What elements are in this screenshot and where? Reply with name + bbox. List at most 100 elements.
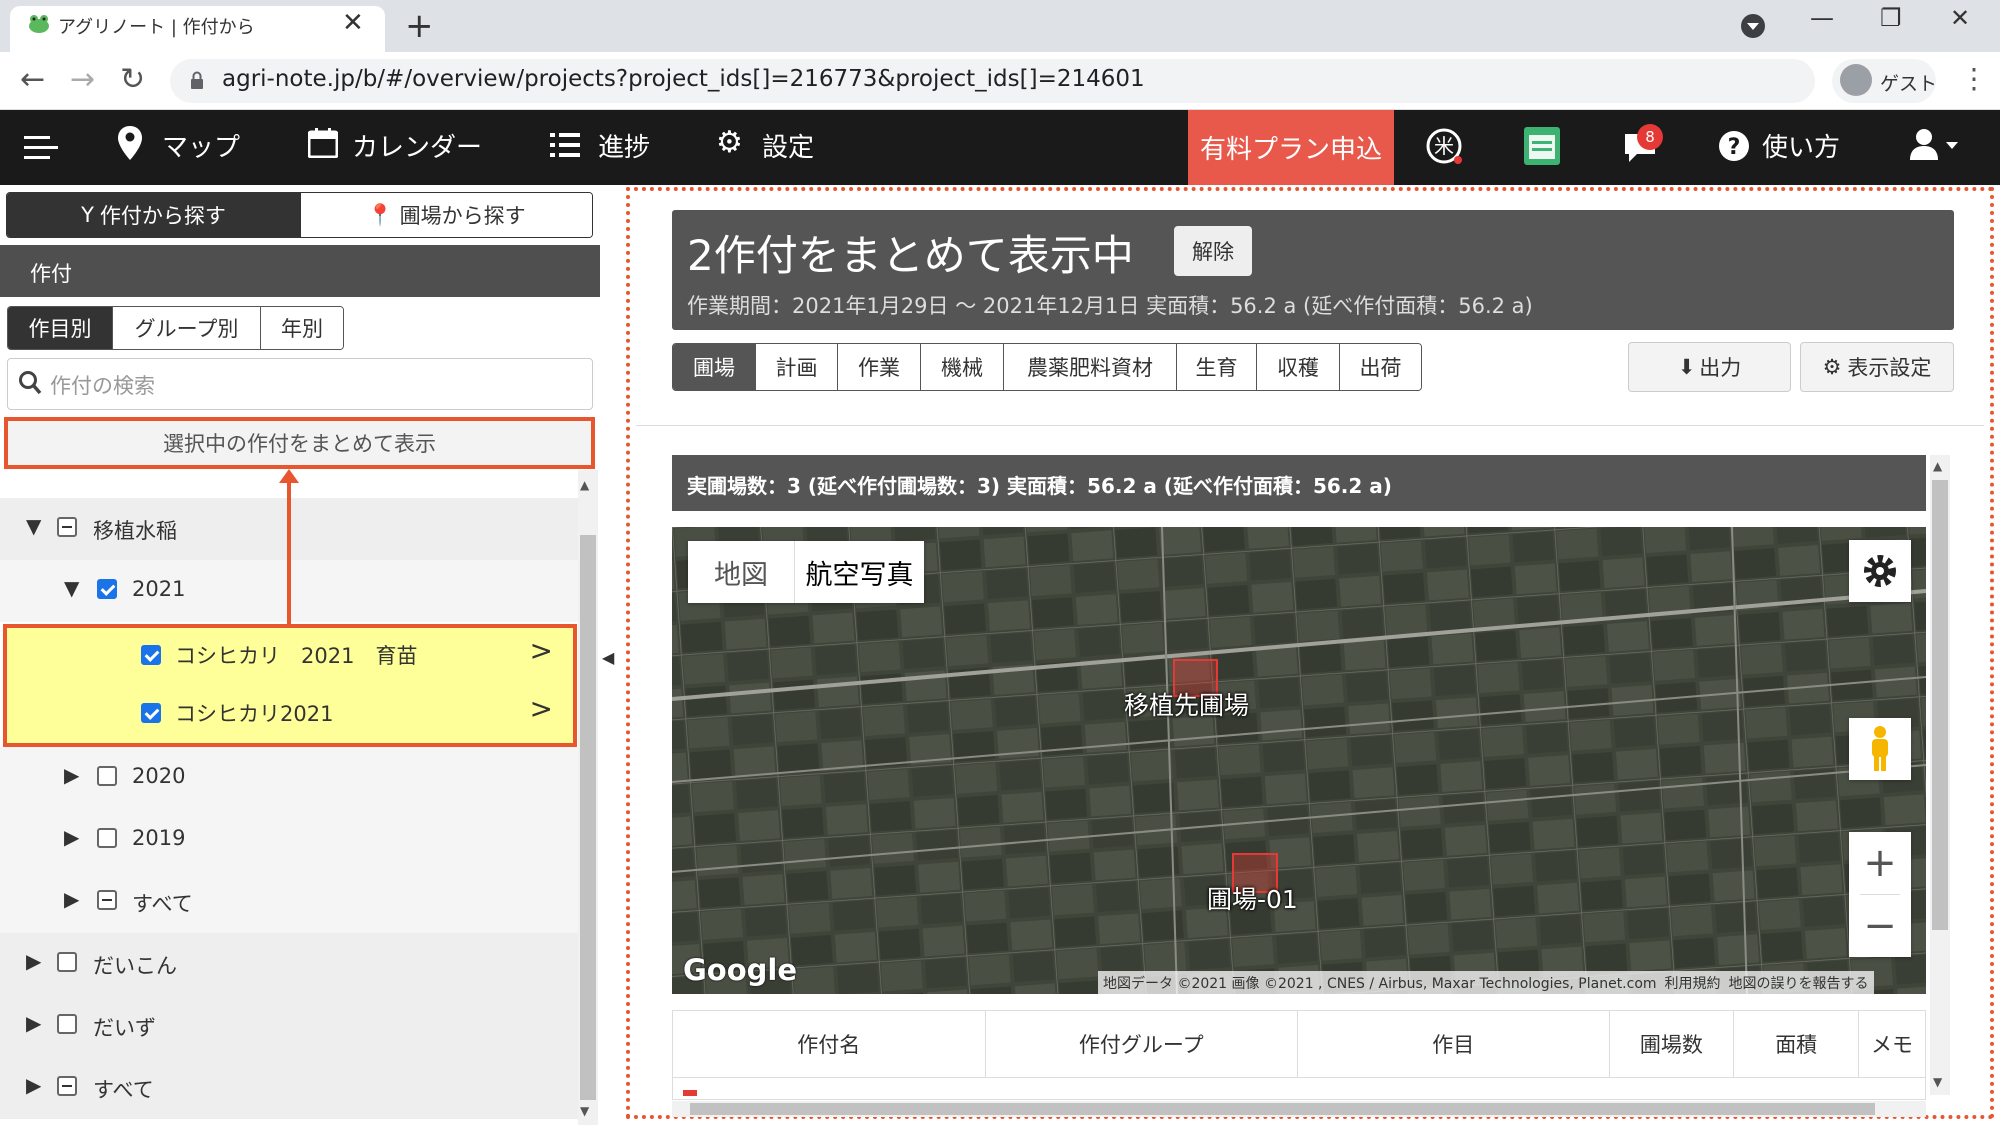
tree-node-daikon[interactable]: ▶ だいこん <box>0 933 578 995</box>
nav-settings[interactable]: 設定 <box>762 127 814 164</box>
expand-down-icon[interactable]: ▼ <box>64 576 79 600</box>
map-type-switch: 地図 航空写真 <box>688 541 924 603</box>
tree-scrollbar-thumb[interactable] <box>580 535 596 1100</box>
table-row[interactable] <box>672 1078 1926 1100</box>
forward-arrow-icon[interactable]: → <box>70 62 95 97</box>
map-settings-button[interactable] <box>1849 540 1911 602</box>
table-hscrollbar-thumb[interactable] <box>690 1103 1875 1115</box>
tree-node-soybean[interactable]: ▶ だいず <box>0 995 578 1057</box>
nav-calendar[interactable]: カレンダー <box>352 127 482 164</box>
tab-by-crop-type[interactable]: 作目別 <box>8 307 112 349</box>
checkbox-all-crops[interactable] <box>57 1076 77 1096</box>
expand-right-icon[interactable]: ▶ <box>26 949 41 973</box>
window-close-button[interactable]: ✕ <box>1950 4 1970 32</box>
chevron-right-icon[interactable]: > <box>530 634 553 667</box>
export-button[interactable]: ⬇ 出力 <box>1628 342 1791 392</box>
map-type-roadmap[interactable]: 地図 <box>688 541 794 603</box>
col-crop-name[interactable]: 作付名 <box>673 1011 985 1077</box>
checkbox-2019[interactable] <box>97 828 117 848</box>
tab-close-icon[interactable]: ✕ <box>342 8 364 38</box>
settings-gear-icon: ⚙ <box>716 125 743 160</box>
tab-search-icon[interactable] <box>1741 14 1765 38</box>
view-tabs: 圃場 計画 作業 機械 農薬肥料資材 生育 収穫 出荷 <box>672 343 1422 391</box>
tree-node-label: だいず <box>93 1016 156 1040</box>
tab-growth[interactable]: 生育 <box>1176 344 1256 390</box>
col-memo[interactable]: メモ <box>1858 1011 1925 1077</box>
tab-work[interactable]: 作業 <box>837 344 920 390</box>
tree-node-all-crops[interactable]: ▶ すべて <box>0 1057 578 1119</box>
checkbox-all-years[interactable] <box>97 890 117 910</box>
nav-help[interactable]: 使い方 <box>1762 127 1840 164</box>
nav-progress[interactable]: 進捗 <box>598 127 650 164</box>
zoom-in-button[interactable]: + <box>1863 832 1897 894</box>
col-crop-group[interactable]: 作付グループ <box>984 1011 1298 1077</box>
google-logo: Google <box>683 953 798 987</box>
tree-node-all-years[interactable]: ▶ すべて <box>0 871 578 933</box>
expand-down-icon[interactable]: ▼ <box>26 514 41 538</box>
menu-toggle-icon[interactable] <box>24 134 58 162</box>
lock-icon[interactable] <box>190 71 204 89</box>
terms-link[interactable]: 利用規約 <box>1665 973 1721 992</box>
street-view-pegman[interactable] <box>1849 718 1911 780</box>
tab-machines[interactable]: 機械 <box>920 344 1003 390</box>
scroll-up-icon[interactable]: ▲ <box>580 478 589 492</box>
checkbox-koshihikari-seedling[interactable] <box>141 645 161 665</box>
user-menu-icon[interactable] <box>1910 128 1960 162</box>
checkbox-2021[interactable] <box>97 579 117 599</box>
tab-search-by-crop[interactable]: Y 作付から探す <box>7 193 300 237</box>
expand-right-icon[interactable]: ▶ <box>64 825 79 849</box>
nav-map[interactable]: マップ <box>162 127 240 164</box>
pegman-icon <box>1872 726 1888 771</box>
show-selected-crops-button[interactable]: 選択中の作付をまとめて表示 <box>4 417 595 469</box>
tree-node-label: 2020 <box>132 764 186 788</box>
rice-logo-icon[interactable]: 米 <box>1425 127 1465 167</box>
restore-button[interactable]: ❐ <box>1880 4 1902 32</box>
tree-node-2020[interactable]: ▶ 2020 <box>0 747 578 809</box>
scroll-down-icon[interactable]: ▼ <box>1933 1075 1942 1089</box>
checkbox-2020[interactable] <box>97 766 117 786</box>
checkbox-transplant-rice[interactable] <box>57 517 77 537</box>
tab-materials[interactable]: 農薬肥料資材 <box>1003 344 1176 390</box>
crop-item-koshihikari-seedling[interactable]: コシヒカリ 2021 育苗 > <box>7 628 573 685</box>
paid-plan-button[interactable]: 有料プラン申込 <box>1188 110 1394 185</box>
tab-by-year[interactable]: 年別 <box>260 307 343 349</box>
col-field-count[interactable]: 圃場数 <box>1608 1011 1734 1077</box>
map-type-satellite[interactable]: 航空写真 <box>794 541 924 603</box>
col-area[interactable]: 面積 <box>1733 1011 1858 1077</box>
checkbox-soybean[interactable] <box>57 1014 77 1034</box>
tab-fields[interactable]: 圃場 <box>673 344 755 390</box>
report-error-link[interactable]: 地図の誤りを報告する <box>1729 973 1869 992</box>
content-scrollbar-thumb[interactable] <box>1932 480 1948 930</box>
tab-shipment[interactable]: 出荷 <box>1339 344 1421 390</box>
tab-by-group[interactable]: グループ別 <box>112 307 260 349</box>
tree-node-2019[interactable]: ▶ 2019 <box>0 809 578 871</box>
zoom-control: + − <box>1849 832 1911 957</box>
expand-right-icon[interactable]: ▶ <box>26 1011 41 1035</box>
chevron-right-icon[interactable]: > <box>530 692 553 725</box>
zoom-out-button[interactable]: − <box>1863 895 1897 957</box>
tab-search-by-field[interactable]: 📍 圃場から探す <box>300 193 592 237</box>
expand-right-icon[interactable]: ▶ <box>64 887 79 911</box>
browser-menu-icon[interactable]: ⋮ <box>1960 62 1988 95</box>
col-crop-type[interactable]: 作目 <box>1297 1011 1609 1077</box>
minimize-button[interactable]: — <box>1810 4 1834 32</box>
release-button[interactable]: 解除 <box>1174 226 1252 276</box>
crop-item-koshihikari-2021[interactable]: コシヒカリ2021 > <box>7 686 573 743</box>
expand-right-icon[interactable]: ▶ <box>64 763 79 787</box>
checkbox-koshihikari-2021[interactable] <box>141 703 161 723</box>
map-data-credit: 地図データ ©2021 画像 ©2021 , CNES / Airbus, Ma… <box>1103 976 1657 992</box>
app-book-icon[interactable] <box>1524 127 1560 165</box>
scroll-down-icon[interactable]: ▼ <box>580 1104 589 1118</box>
new-tab-button[interactable]: + <box>405 6 434 46</box>
scroll-up-icon[interactable]: ▲ <box>1933 459 1942 473</box>
display-settings-button[interactable]: ⚙ 表示設定 <box>1800 342 1954 392</box>
url-text[interactable]: agri-note.jp/b/#/overview/projects?proje… <box>222 66 1145 92</box>
tab-harvest[interactable]: 収穫 <box>1256 344 1339 390</box>
collapse-panel-icon[interactable]: ◀ <box>602 648 614 667</box>
reload-icon[interactable]: ↻ <box>120 62 145 97</box>
notification-badge: 8 <box>1637 124 1663 150</box>
tab-plan[interactable]: 計画 <box>755 344 837 390</box>
expand-right-icon[interactable]: ▶ <box>26 1073 41 1097</box>
checkbox-daikon[interactable] <box>57 952 77 972</box>
back-arrow-icon[interactable]: ← <box>20 62 45 97</box>
